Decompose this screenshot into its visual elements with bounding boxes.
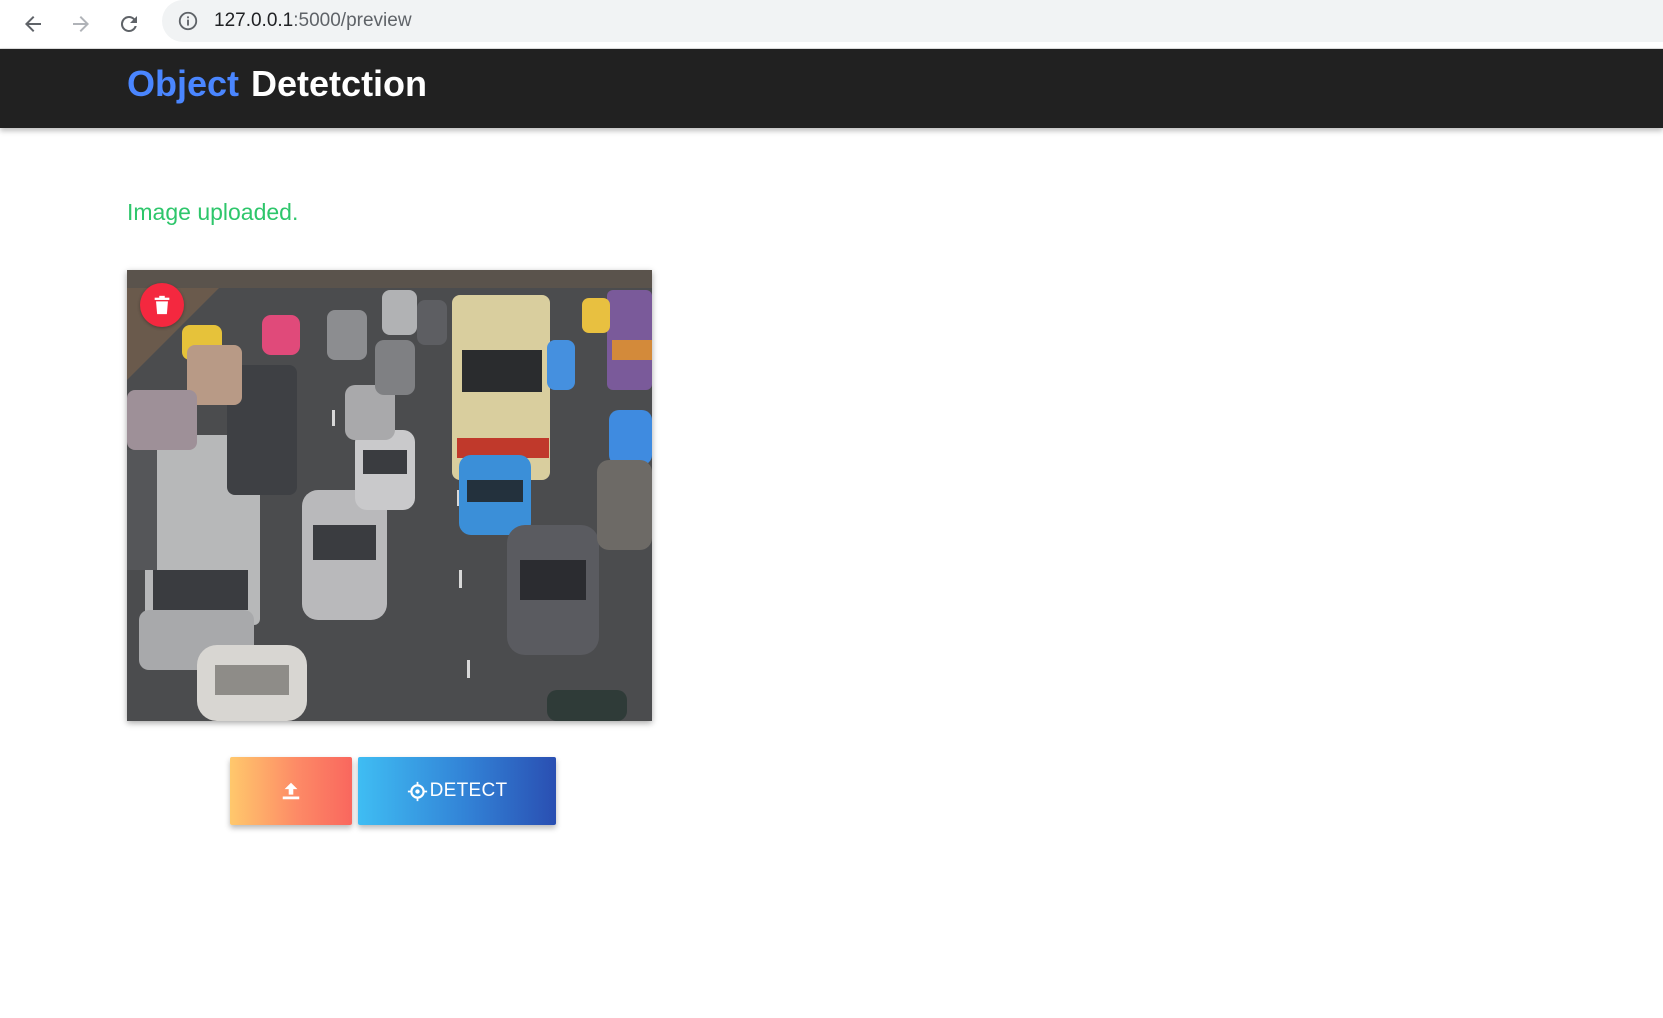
upload-status-message: Image uploaded. xyxy=(127,199,299,225)
back-arrow-icon xyxy=(25,16,41,32)
brand-word-detection: Detetction xyxy=(251,63,428,104)
brand-logo[interactable]: Object Detetction xyxy=(127,62,427,106)
address-bar[interactable]: 127.0.0.1:5000/preview xyxy=(162,0,1663,42)
info-icon[interactable] xyxy=(177,10,199,32)
delete-image-button[interactable] xyxy=(140,283,184,327)
forward-button[interactable] xyxy=(61,4,101,44)
url-text: 127.0.0.1:5000/preview xyxy=(214,10,412,32)
upload-icon xyxy=(282,782,300,800)
browser-toolbar: 127.0.0.1:5000/preview xyxy=(0,0,1663,49)
upload-button[interactable] xyxy=(230,757,352,825)
trash-icon xyxy=(154,295,170,315)
reload-icon xyxy=(120,15,137,32)
app-navbar: Object Detetction xyxy=(0,49,1663,128)
detect-button-label: DETECT xyxy=(429,780,508,801)
crosshair-icon xyxy=(407,781,427,801)
back-button[interactable] xyxy=(13,4,53,44)
detect-button[interactable]: DETECT xyxy=(358,757,556,825)
url-host: 127.0.0.1 xyxy=(214,10,294,31)
forward-arrow-icon xyxy=(73,16,89,32)
brand-word-object: Object xyxy=(127,63,240,104)
uploaded-traffic-image xyxy=(127,270,652,721)
url-path: :5000/preview xyxy=(293,10,412,31)
image-preview-card xyxy=(127,270,652,721)
reload-button[interactable] xyxy=(109,4,149,44)
